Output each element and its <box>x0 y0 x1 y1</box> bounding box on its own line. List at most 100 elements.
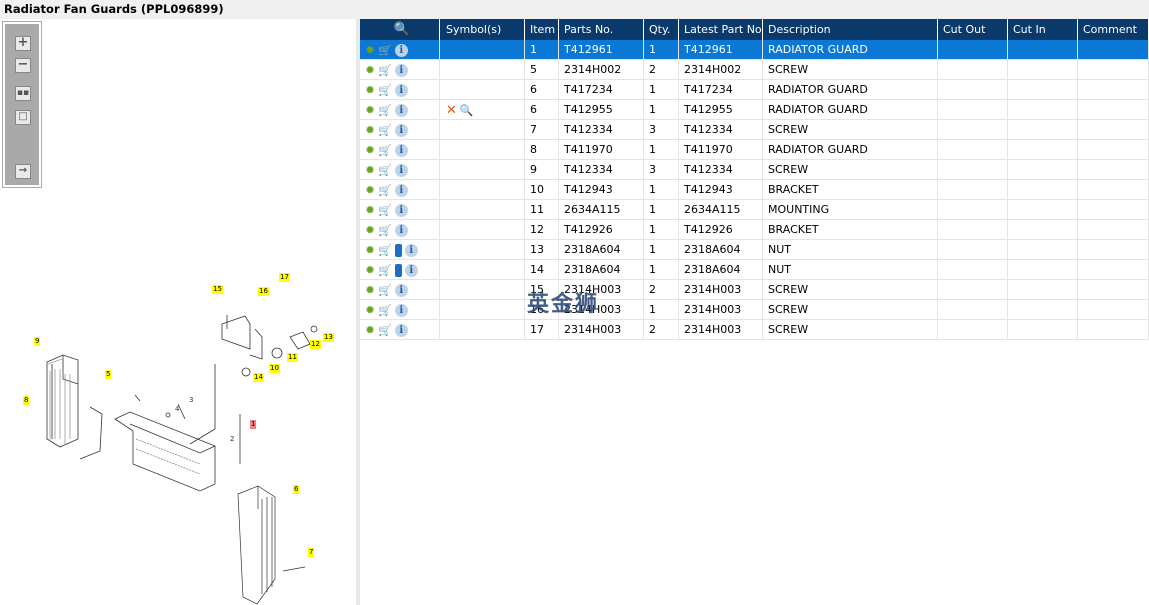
cell-description: SCREW <box>763 60 938 79</box>
cart-icon[interactable]: 🛒 <box>378 301 392 320</box>
cart-icon[interactable]: 🛒 <box>378 181 392 200</box>
callout-5[interactable]: 5 <box>105 370 112 379</box>
callout-1[interactable]: 1 <box>250 420 257 429</box>
cart-icon[interactable]: 🛒 <box>378 61 392 80</box>
gear-icon[interactable]: ✹ <box>365 81 375 100</box>
table-row[interactable]: ✹ 🛒 i 17 2314H003 2 2314H003 SCREW <box>360 320 1149 340</box>
callout-13[interactable]: 13 <box>323 333 334 342</box>
cart-icon[interactable]: 🛒 <box>378 201 392 220</box>
diagram-pane[interactable]: + − ▪▪ □ → 15 16 17 13 12 11 10 14 9 8 5… <box>0 19 360 605</box>
gear-icon[interactable]: ✹ <box>365 61 375 80</box>
gear-icon[interactable]: ✹ <box>365 281 375 300</box>
column-header-actions[interactable]: 🔍 <box>360 19 440 40</box>
info-icon[interactable]: i <box>394 123 408 137</box>
book-icon[interactable] <box>394 263 402 277</box>
cell-cut-in <box>1008 260 1078 279</box>
gear-icon[interactable]: ✹ <box>365 181 375 200</box>
callout-6[interactable]: 6 <box>293 485 300 494</box>
column-header-cut-in[interactable]: Cut In <box>1008 19 1078 40</box>
info-icon[interactable]: i <box>394 203 408 217</box>
gear-icon[interactable]: ✹ <box>365 201 375 220</box>
table-row[interactable]: ✹ 🛒 i 16 2314H003 1 2314H003 SCREW <box>360 300 1149 320</box>
exploded-diagram <box>46 315 318 605</box>
column-header-latest-part-no[interactable]: Latest Part No. <box>679 19 763 40</box>
gear-icon[interactable]: ✹ <box>365 321 375 340</box>
column-header-description[interactable]: Description <box>763 19 938 40</box>
gear-icon[interactable]: ✹ <box>365 221 375 240</box>
gear-icon[interactable]: ✹ <box>365 301 375 320</box>
table-row[interactable]: ✹ 🛒 i 1 T412961 1 T412961 RADIATOR GUARD <box>360 40 1149 60</box>
gear-icon[interactable]: ✹ <box>365 261 375 280</box>
info-icon[interactable]: i <box>394 183 408 197</box>
cart-icon[interactable]: 🛒 <box>378 281 392 300</box>
search-icon[interactable]: 🔍 <box>365 19 439 40</box>
table-row[interactable]: ✹ 🛒 i 10 T412943 1 T412943 BRACKET <box>360 180 1149 200</box>
table-row[interactable]: ✹ 🛒 i 15 2314H003 2 2314H003 SCREW <box>360 280 1149 300</box>
table-row[interactable]: ✹ 🛒 i 12 T412926 1 T412926 BRACKET <box>360 220 1149 240</box>
info-icon[interactable]: i <box>394 303 408 317</box>
info-icon[interactable]: i <box>404 263 418 277</box>
info-icon[interactable]: i <box>394 63 408 77</box>
column-header-parts-no[interactable]: Parts No. <box>559 19 644 40</box>
callout-12[interactable]: 12 <box>310 340 321 349</box>
cross-icon[interactable]: ✕ <box>446 101 457 120</box>
info-icon[interactable]: i <box>394 83 408 97</box>
info-icon[interactable]: i <box>404 243 418 257</box>
gear-icon[interactable]: ✹ <box>365 141 375 160</box>
table-row[interactable]: ✹ 🛒 i ✕ 🔍 6 T412955 1 T412955 RADIATOR GUARD <box>360 100 1149 120</box>
book-icon[interactable] <box>394 243 402 257</box>
cell-cut-in <box>1008 300 1078 319</box>
column-header-qty[interactable]: Qty. <box>644 19 679 40</box>
callout-16[interactable]: 16 <box>258 287 269 296</box>
info-icon[interactable]: i <box>394 163 408 177</box>
cart-icon[interactable]: 🛒 <box>378 121 392 140</box>
cell-description: SCREW <box>763 300 938 319</box>
cell-qty: 1 <box>644 140 679 159</box>
info-icon[interactable]: i <box>394 143 408 157</box>
table-row[interactable]: ✹ 🛒 i 9 T412334 3 T412334 SCREW <box>360 160 1149 180</box>
gear-icon[interactable]: ✹ <box>365 101 375 120</box>
info-icon[interactable]: i <box>394 103 408 117</box>
table-row[interactable]: ✹ 🛒 i 6 T417234 1 T417234 RADIATOR GUARD <box>360 80 1149 100</box>
cart-icon[interactable]: 🛒 <box>378 161 392 180</box>
cart-icon[interactable]: 🛒 <box>378 261 392 280</box>
cell-comment <box>1078 60 1149 79</box>
callout-14[interactable]: 14 <box>253 373 264 382</box>
info-icon[interactable]: i <box>394 283 408 297</box>
cart-icon[interactable]: 🛒 <box>378 321 392 340</box>
column-header-item[interactable]: Item <box>525 19 559 40</box>
cart-icon[interactable]: 🛒 <box>378 141 392 160</box>
book-search-icon[interactable]: 🔍 <box>460 101 474 120</box>
table-row[interactable]: ✹ 🛒 i 14 2318A604 1 2318A604 NUT <box>360 260 1149 280</box>
column-header-comment[interactable]: Comment <box>1078 19 1149 40</box>
table-row[interactable]: ✹ 🛒 i 11 2634A115 1 2634A115 MOUNTING <box>360 200 1149 220</box>
cell-latest-part-no: T412961 <box>679 40 763 59</box>
table-row[interactable]: ✹ 🛒 i 7 T412334 3 T412334 SCREW <box>360 120 1149 140</box>
cell-item: 11 <box>525 200 559 219</box>
callout-17[interactable]: 17 <box>279 273 290 282</box>
cart-icon[interactable]: 🛒 <box>378 101 392 120</box>
callout-7[interactable]: 7 <box>308 548 315 557</box>
callout-9[interactable]: 9 <box>34 337 41 346</box>
table-row[interactable]: ✹ 🛒 i 13 2318A604 1 2318A604 NUT <box>360 240 1149 260</box>
cart-icon[interactable]: 🛒 <box>378 241 392 260</box>
info-icon[interactable]: i <box>394 223 408 237</box>
table-row[interactable]: ✹ 🛒 i 8 T411970 1 T411970 RADIATOR GUARD <box>360 140 1149 160</box>
callout-11[interactable]: 11 <box>287 353 298 362</box>
cart-icon[interactable]: 🛒 <box>378 221 392 240</box>
table-row[interactable]: ✹ 🛒 i 5 2314H002 2 2314H002 SCREW <box>360 60 1149 80</box>
callout-8[interactable]: 8 <box>23 396 30 405</box>
info-icon[interactable]: i <box>394 43 408 57</box>
cart-icon[interactable]: 🛒 <box>378 41 392 60</box>
gear-icon[interactable]: ✹ <box>365 241 375 260</box>
gear-icon[interactable]: ✹ <box>365 121 375 140</box>
column-header-symbols[interactable]: Symbol(s) <box>441 19 525 40</box>
cart-icon[interactable]: 🛒 <box>378 81 392 100</box>
callout-15[interactable]: 15 <box>212 285 223 294</box>
info-icon[interactable]: i <box>394 323 408 337</box>
cell-parts-no: T412926 <box>559 220 644 239</box>
gear-icon[interactable]: ✹ <box>365 41 375 60</box>
callout-10[interactable]: 10 <box>269 364 280 373</box>
gear-icon[interactable]: ✹ <box>365 161 375 180</box>
column-header-cut-out[interactable]: Cut Out <box>938 19 1008 40</box>
